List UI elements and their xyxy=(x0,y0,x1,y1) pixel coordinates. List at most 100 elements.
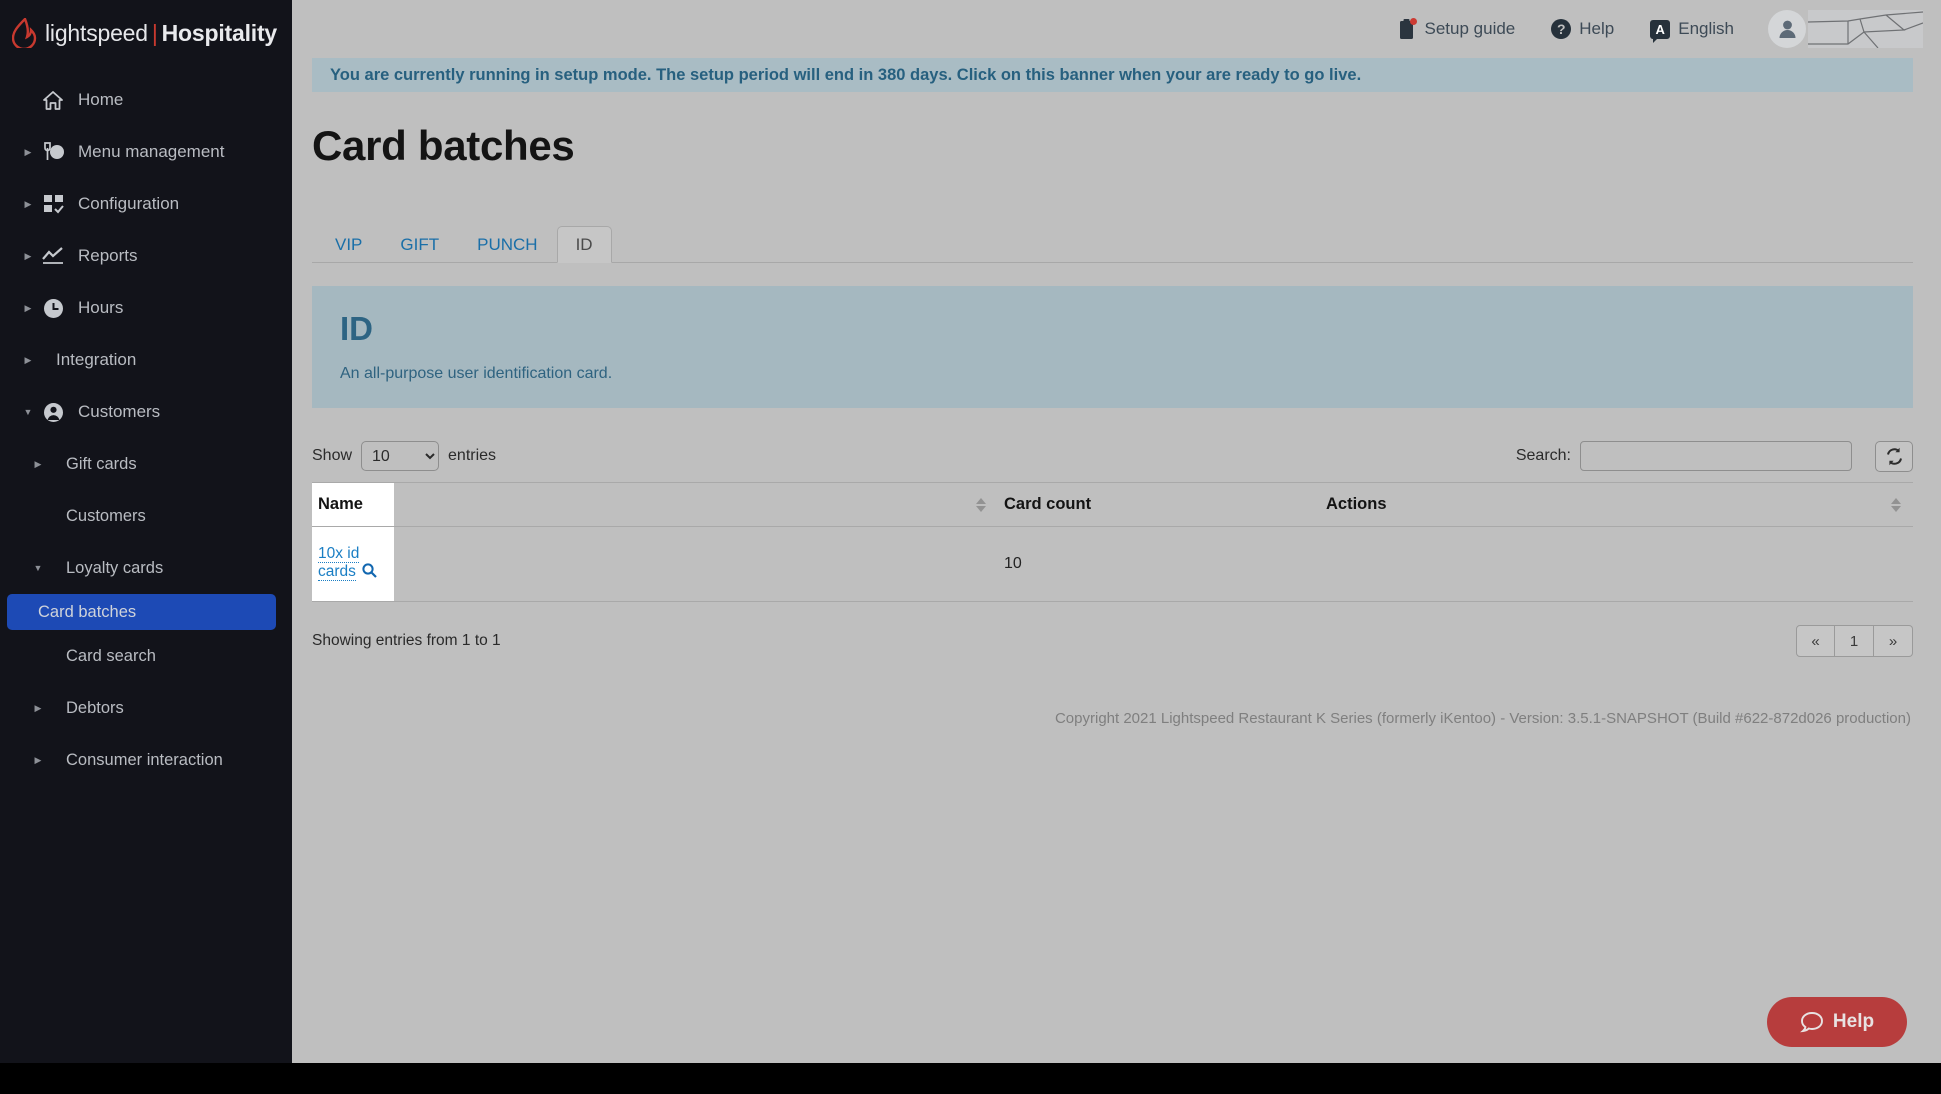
chevron-right-icon: ▶ xyxy=(34,702,42,713)
tab-id[interactable]: ID xyxy=(556,226,612,263)
sidebar-item-customers-group[interactable]: ▼ Customers xyxy=(0,386,292,438)
search-label: Search: xyxy=(1515,447,1571,464)
column-header-name-sort[interactable] xyxy=(394,482,998,527)
chevron-right-icon: ▶ xyxy=(34,458,42,469)
help-widget-label: Help xyxy=(1832,1011,1875,1032)
sidebar-label: Integration xyxy=(56,350,137,369)
sidebar-item-hours[interactable]: ▶ Hours xyxy=(0,282,292,334)
refresh-button[interactable] xyxy=(1875,440,1913,472)
chevron-down-icon: ▼ xyxy=(33,563,43,573)
card-batches-table: Name Card count Actions 10x id cards 10 xyxy=(312,482,1913,602)
sidebar: lightspeed | Hospitality Home ▶ Menu manag… xyxy=(0,0,292,1063)
language-label: English xyxy=(1678,19,1734,38)
cell-name: 10x id cards xyxy=(312,526,394,602)
sidebar-item-home[interactable]: Home xyxy=(0,74,292,126)
column-header-actions[interactable]: Actions xyxy=(1320,482,1505,527)
cell-actions-spacer xyxy=(1505,526,1913,602)
help-label: Help xyxy=(1579,19,1615,38)
sidebar-item-debtors[interactable]: ▶ Debtors xyxy=(0,682,292,734)
setup-mode-banner[interactable]: You are currently running in setup mode.… xyxy=(312,58,1913,92)
sidebar-label: Customers xyxy=(78,402,161,421)
column-header-actions-sort[interactable] xyxy=(1505,482,1913,527)
menu-management-icon xyxy=(36,142,70,162)
application-window: lightspeed | Hospitality Home ▶ Menu manag… xyxy=(0,0,1941,1094)
help-button[interactable]: ? Help xyxy=(1551,19,1614,39)
card-type-tabs: VIP GIFT PUNCH ID xyxy=(312,223,1913,263)
sidebar-item-configuration[interactable]: ▶ Configuration xyxy=(0,178,292,230)
reports-chart-icon xyxy=(36,247,70,265)
search-icon[interactable] xyxy=(362,563,377,582)
page-content: Card batches VIP GIFT PUNCH ID ID An all… xyxy=(292,122,1941,727)
sort-arrows-icon xyxy=(976,497,986,512)
table-row: 10x id cards 10 xyxy=(312,526,1913,602)
sidebar-item-card-search[interactable]: Card search xyxy=(0,630,292,682)
id-info-panel: ID An all-purpose user identification ca… xyxy=(312,286,1913,408)
show-label: Show xyxy=(312,447,353,464)
chevron-right-icon: ▶ xyxy=(24,146,32,157)
show-entries-control: Show 10 25 50 100 entries xyxy=(312,441,496,471)
brand-logo[interactable]: lightspeed | Hospitality xyxy=(0,0,292,66)
sidebar-item-reports[interactable]: ▶ Reports xyxy=(0,230,292,282)
brand-name-bold: Hospitality xyxy=(161,19,278,46)
showing-entries-text: Showing entries from 1 to 1 xyxy=(312,632,501,649)
language-selector[interactable]: A English xyxy=(1650,19,1734,43)
sidebar-label: Customers xyxy=(66,506,146,525)
tab-punch[interactable]: PUNCH xyxy=(458,226,556,263)
tab-gift[interactable]: GIFT xyxy=(381,226,458,263)
account-area xyxy=(1768,10,1924,49)
search-area: Search: xyxy=(1515,440,1913,472)
column-header-card-count[interactable]: Card count xyxy=(998,482,1320,527)
pagination: « 1 » xyxy=(1796,625,1913,657)
sidebar-label: Card search xyxy=(66,646,156,665)
sidebar-item-gift-cards[interactable]: ▶ Gift cards xyxy=(0,438,292,490)
chevron-right-icon: ▶ xyxy=(24,250,32,261)
sidebar-item-menu-management[interactable]: ▶ Menu management xyxy=(0,126,292,178)
search-input[interactable] xyxy=(1580,441,1852,471)
sidebar-label: Hours xyxy=(78,298,124,317)
sidebar-item-consumer-interaction[interactable]: ▶ Consumer interaction xyxy=(0,734,292,786)
brand-separator: | xyxy=(151,19,158,46)
help-chat-widget[interactable]: Help xyxy=(1767,997,1907,1047)
brand-text: lightspeed | Hospitality xyxy=(45,20,277,47)
page-length-select[interactable]: 10 25 50 100 xyxy=(361,441,440,471)
table-header-row: Name Card count Actions xyxy=(312,482,1913,527)
chat-bubble-icon xyxy=(1799,1011,1823,1032)
sidebar-label: Configuration xyxy=(78,194,180,213)
sidebar-item-card-batches[interactable]: Card batches xyxy=(7,594,276,630)
pagination-page-1[interactable]: 1 xyxy=(1835,625,1874,657)
avatar[interactable] xyxy=(1768,10,1806,48)
refresh-icon xyxy=(1886,447,1902,465)
setup-mode-banner-text: You are currently running in setup mode.… xyxy=(330,65,1362,84)
setup-guide-button[interactable]: Setup guide xyxy=(1398,18,1516,40)
sidebar-label: Debtors xyxy=(66,698,124,717)
batch-name-link[interactable]: 10x id cards xyxy=(318,545,360,581)
clipboard-icon xyxy=(1398,18,1417,40)
sidebar-label: Card batches xyxy=(38,602,137,621)
sidebar-nav: Home ▶ Menu management ▶ Configuration ▶ xyxy=(0,66,292,786)
chevron-right-icon: ▶ xyxy=(34,754,42,765)
page-title: Card batches xyxy=(312,122,575,169)
sidebar-label: Reports xyxy=(78,246,138,265)
pagination-next[interactable]: » xyxy=(1874,625,1913,657)
configuration-icon xyxy=(36,194,70,214)
tab-vip[interactable]: VIP xyxy=(316,226,381,263)
main-content: Setup guide ? Help A English You are cur… xyxy=(292,0,1941,1063)
setup-guide-label: Setup guide xyxy=(1424,19,1516,38)
top-bar: Setup guide ? Help A English xyxy=(292,0,1941,58)
sidebar-label: Home xyxy=(78,90,124,109)
sidebar-item-integration[interactable]: ▶ Integration xyxy=(0,334,292,386)
sidebar-item-loyalty-cards[interactable]: ▼ Loyalty cards xyxy=(0,542,292,594)
brand-name-light: lightspeed xyxy=(45,19,148,46)
sidebar-item-customers[interactable]: Customers xyxy=(0,490,292,542)
pagination-prev[interactable]: « xyxy=(1796,625,1835,657)
sidebar-label: Consumer interaction xyxy=(66,750,223,769)
user-circle-icon xyxy=(36,402,70,423)
chevron-right-icon: ▶ xyxy=(24,354,32,365)
sidebar-label: Loyalty cards xyxy=(66,558,164,577)
home-icon xyxy=(36,90,70,110)
column-header-name[interactable]: Name xyxy=(312,482,394,527)
cell-actions xyxy=(1320,526,1505,602)
language-badge-icon: A xyxy=(1650,19,1671,43)
help-question-icon: ? xyxy=(1551,19,1572,39)
user-icon xyxy=(1779,20,1795,38)
